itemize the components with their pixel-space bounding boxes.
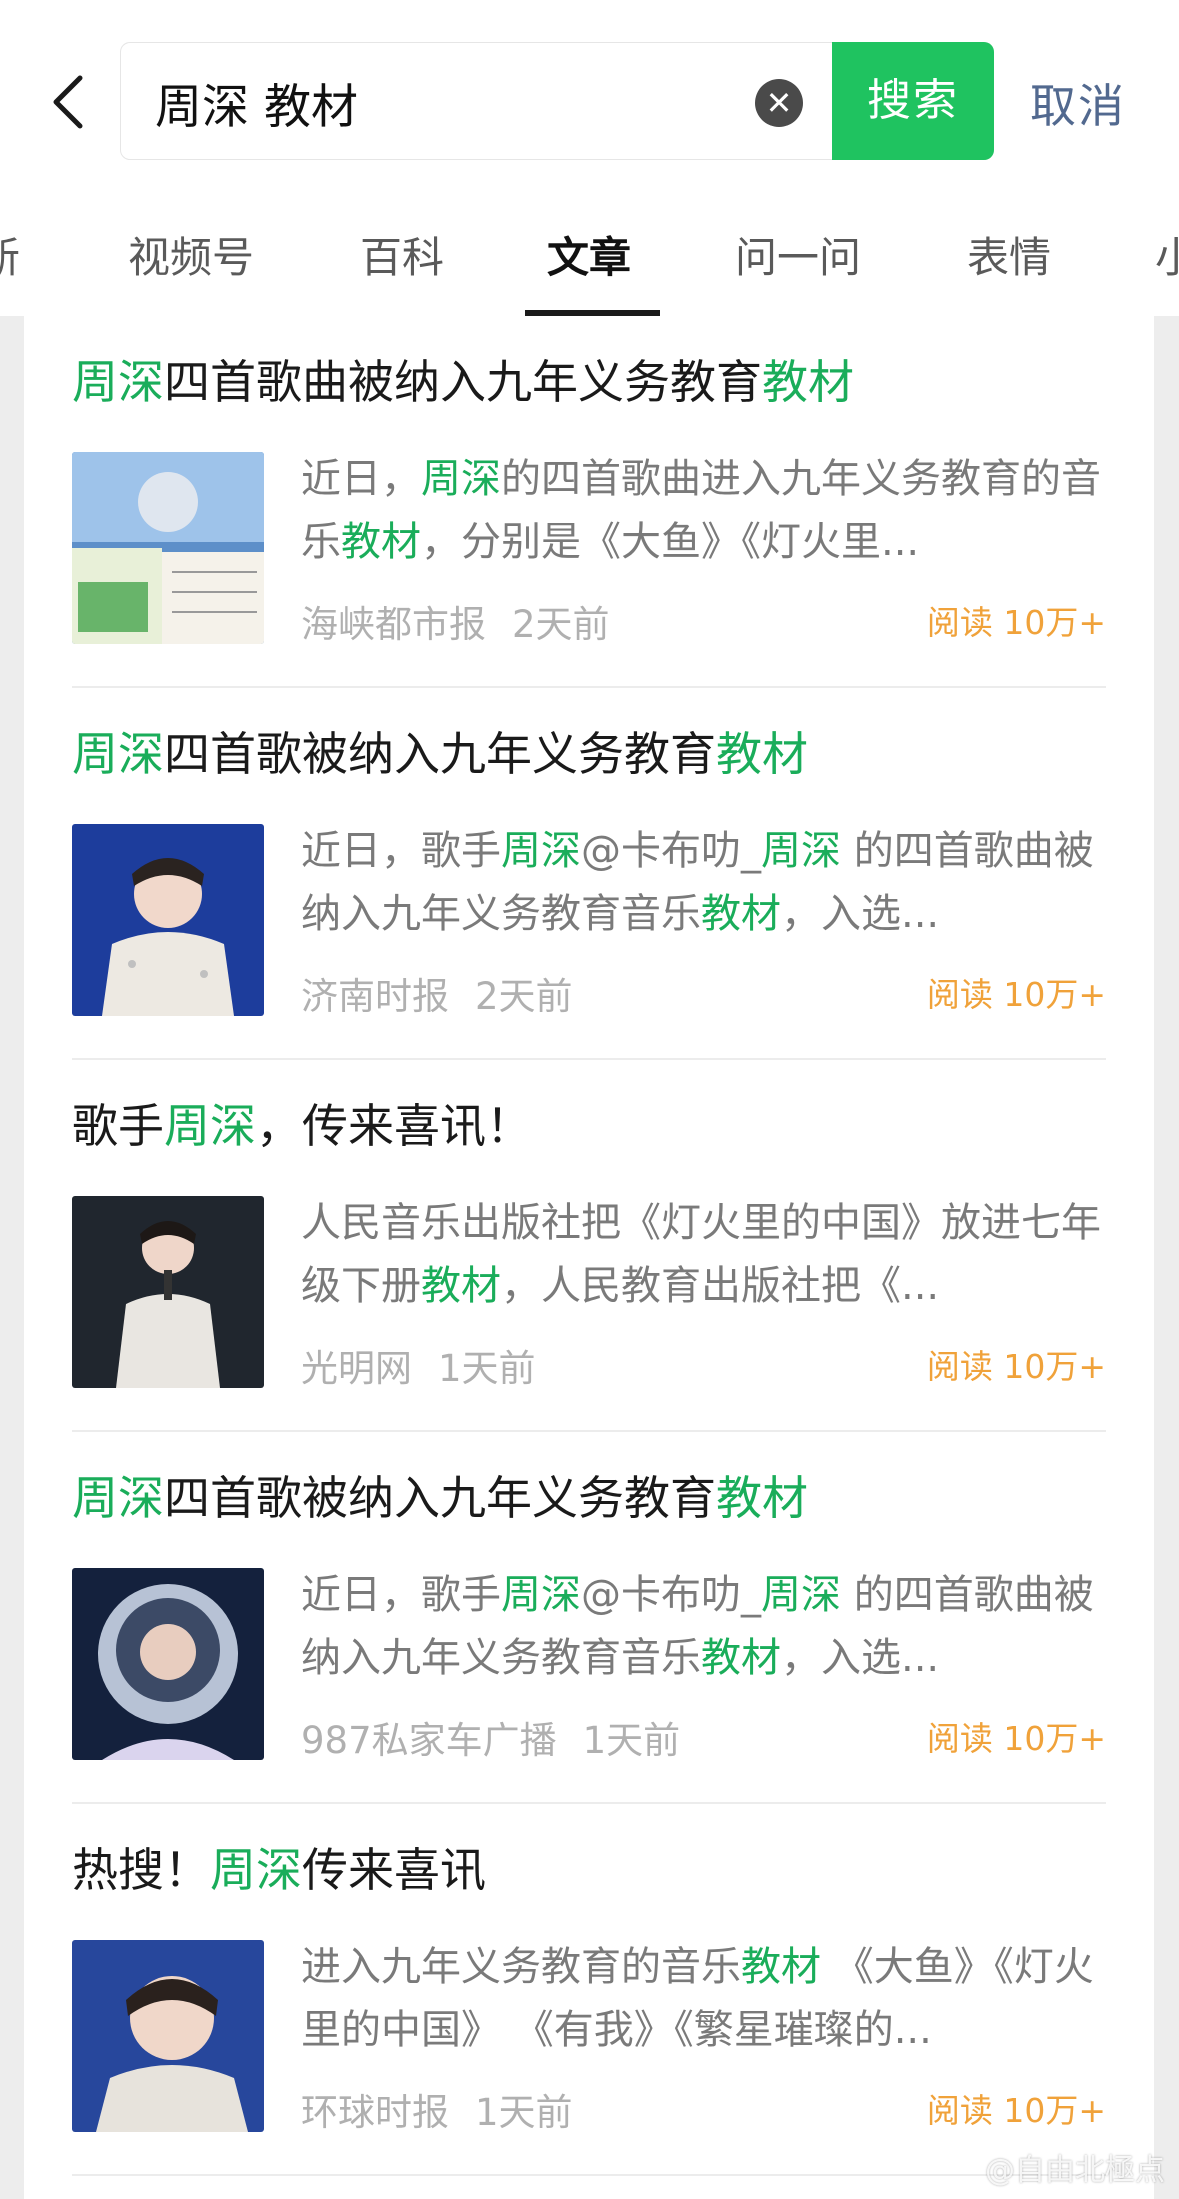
watermark: @自由北極点 <box>985 2153 1165 2188</box>
results-list: 周深四首歌曲被纳入九年义务教育教材 近日，周深的四首歌曲进入九年义务教育的音乐教… <box>24 316 1154 2199</box>
result-snippet: 进入九年义务教育的音乐教材 《大鱼》《灯火里的中国》 《有我》《繁星璀璨的... <box>301 1936 1101 2062</box>
text-segment: ，入选... <box>781 891 940 937</box>
tab-partial-left[interactable]: 新 <box>0 224 20 285</box>
read-count: 阅读 10万+ <box>926 603 1106 642</box>
text-segment: @卡布叻_ <box>581 828 761 874</box>
highlight-keyword: 周深 <box>421 456 501 502</box>
result-card[interactable]: 歌手周深，传来喜讯！ 人民音乐出版社把《灯火里的中国》放进七年级下册教材，人民教… <box>24 1060 1154 1432</box>
read-count: 阅读 10万+ <box>926 975 1106 1014</box>
tab-ask[interactable]: 问一问 <box>735 224 861 285</box>
highlight-keyword: 周深 <box>164 1099 256 1153</box>
result-card[interactable]: 周深四首歌被纳入九年义务教育教材 近日，歌手周深@卡布叻_周深 的四首歌曲被纳入… <box>24 688 1154 1060</box>
highlight-keyword: 周深 <box>72 355 164 409</box>
result-time: 1天前 <box>582 1719 681 1762</box>
read-count: 阅读 10万+ <box>926 1347 1106 1386</box>
text-segment: @卡布叻_ <box>581 1572 761 1618</box>
result-title[interactable]: 周深四首歌被纳入九年义务教育教材 <box>72 718 808 784</box>
highlight-keyword: 教材 <box>716 1471 808 1525</box>
text-segment: 四首歌曲被纳入九年义务教育 <box>164 355 762 409</box>
result-card[interactable]: 热搜！周深传来喜讯 进入九年义务教育的音乐教材 《大鱼》《灯火里的中国》 《有我… <box>24 1804 1154 2176</box>
cancel-button[interactable]: 取消 <box>1030 70 1126 136</box>
text-segment: 四首歌被纳入九年义务教育 <box>164 727 716 781</box>
result-time: 2天前 <box>475 975 573 1018</box>
highlight-keyword: 周深 <box>210 1843 302 1897</box>
highlight-keyword: 周深 <box>501 828 581 874</box>
result-source: 环球时报 <box>301 2091 449 2134</box>
result-snippet: 人民音乐出版社把《灯火里的中国》放进七年级下册教材，人民教育出版社把《... <box>301 1192 1101 1318</box>
text-segment: 近日，歌手 <box>301 828 501 874</box>
highlight-keyword: 教材 <box>341 519 421 565</box>
result-snippet: 近日，歌手周深@卡布叻_周深 的四首歌曲被纳入九年义务教育音乐教材，入选... <box>301 820 1101 946</box>
tab-stickers[interactable]: 表情 <box>967 224 1051 285</box>
tab-baike[interactable]: 百科 <box>360 224 444 285</box>
result-meta: 987私家车广播 1天前 <box>301 1710 680 1764</box>
result-source: 987私家车广播 <box>301 1719 557 1762</box>
highlight-keyword: 教材 <box>421 1263 501 1309</box>
result-card[interactable]: 周深四首歌被纳入九年义务教育教材 近日，歌手周深@卡布叻_周深 的四首歌曲被纳入… <box>24 1432 1154 1804</box>
text-segment: 四首歌被纳入九年义务教育 <box>164 1471 716 1525</box>
result-title[interactable]: 歌手周深，传来喜讯！ <box>72 1090 532 1156</box>
tab-partial-right[interactable]: 小 <box>1155 224 1179 285</box>
thumbnail-image <box>72 824 264 1016</box>
text-segment: 歌手 <box>72 1099 164 1153</box>
result-meta: 光明网 1天前 <box>301 1338 536 1392</box>
tab-bar: 新 视频号 百科 文章 问一问 表情 小 <box>0 200 1179 316</box>
text-segment: 近日，歌手 <box>301 1572 501 1618</box>
divider <box>72 2174 1106 2176</box>
highlight-keyword: 周深 <box>72 727 164 781</box>
result-source: 光明网 <box>301 1347 412 1390</box>
result-title[interactable]: 周深四首歌曲被纳入九年义务教育教材 <box>72 346 854 412</box>
result-title[interactable]: 热搜！周深传来喜讯 <box>72 1834 486 1900</box>
result-meta: 济南时报 2天前 <box>301 966 573 1020</box>
highlight-keyword: 教材 <box>716 727 808 781</box>
result-snippet: 近日，歌手周深@卡布叻_周深 的四首歌曲被纳入九年义务教育音乐教材，入选... <box>301 1564 1101 1690</box>
thumbnail-image <box>72 1568 264 1760</box>
highlight-keyword: 周深 <box>501 1572 581 1618</box>
result-time: 1天前 <box>438 1347 536 1390</box>
back-icon[interactable] <box>44 72 94 132</box>
result-meta: 海峡都市报 2天前 <box>301 594 610 648</box>
text-segment: ，分别是《大鱼》《灯火里... <box>421 519 920 565</box>
tab-articles[interactable]: 文章 <box>547 224 631 285</box>
highlight-keyword: 周深 <box>761 1572 841 1618</box>
read-count: 阅读 10万+ <box>926 1719 1106 1758</box>
thumbnail-image <box>72 452 264 644</box>
text-segment: 进入九年义务教育的音乐 <box>301 1944 741 1990</box>
result-source: 海峡都市报 <box>301 603 486 646</box>
result-title[interactable]: 周深四首歌被纳入九年义务教育教材 <box>72 1462 808 1528</box>
result-time: 1天前 <box>475 2091 573 2134</box>
thumbnail-image <box>72 1196 264 1388</box>
search-button[interactable]: 搜索 <box>832 42 994 160</box>
result-snippet: 近日，周深的四首歌曲进入九年义务教育的音乐教材，分别是《大鱼》《灯火里... <box>301 448 1101 574</box>
search-input[interactable] <box>155 67 755 137</box>
text-segment: ，人民教育出版社把《... <box>501 1263 940 1309</box>
result-time: 2天前 <box>512 603 610 646</box>
search-header: ✕ 搜索 取消 新 视频号 百科 文章 问一问 表情 小 <box>0 0 1179 316</box>
highlight-keyword: 教材 <box>741 1944 821 1990</box>
read-count: 阅读 10万+ <box>926 2091 1106 2130</box>
highlight-keyword: 教材 <box>701 1635 781 1681</box>
highlight-keyword: 周深 <box>72 1471 164 1525</box>
highlight-keyword: 教材 <box>762 355 854 409</box>
highlight-keyword: 周深 <box>761 828 841 874</box>
text-segment: 传来喜讯 <box>302 1843 486 1897</box>
result-source: 济南时报 <box>301 975 449 1018</box>
result-card[interactable]: 周深四首歌曲被纳入九年义务教育教材 近日，周深的四首歌曲进入九年义务教育的音乐教… <box>24 316 1154 688</box>
text-segment: ，传来喜讯！ <box>256 1099 532 1153</box>
result-meta: 环球时报 1天前 <box>301 2082 573 2136</box>
text-segment: 近日， <box>301 456 421 502</box>
tab-channels[interactable]: 视频号 <box>128 224 254 285</box>
thumbnail-image <box>72 1940 264 2132</box>
clear-icon[interactable]: ✕ <box>755 79 803 127</box>
text-segment: 热搜！ <box>72 1843 210 1897</box>
highlight-keyword: 教材 <box>701 891 781 937</box>
text-segment: ，入选... <box>781 1635 940 1681</box>
